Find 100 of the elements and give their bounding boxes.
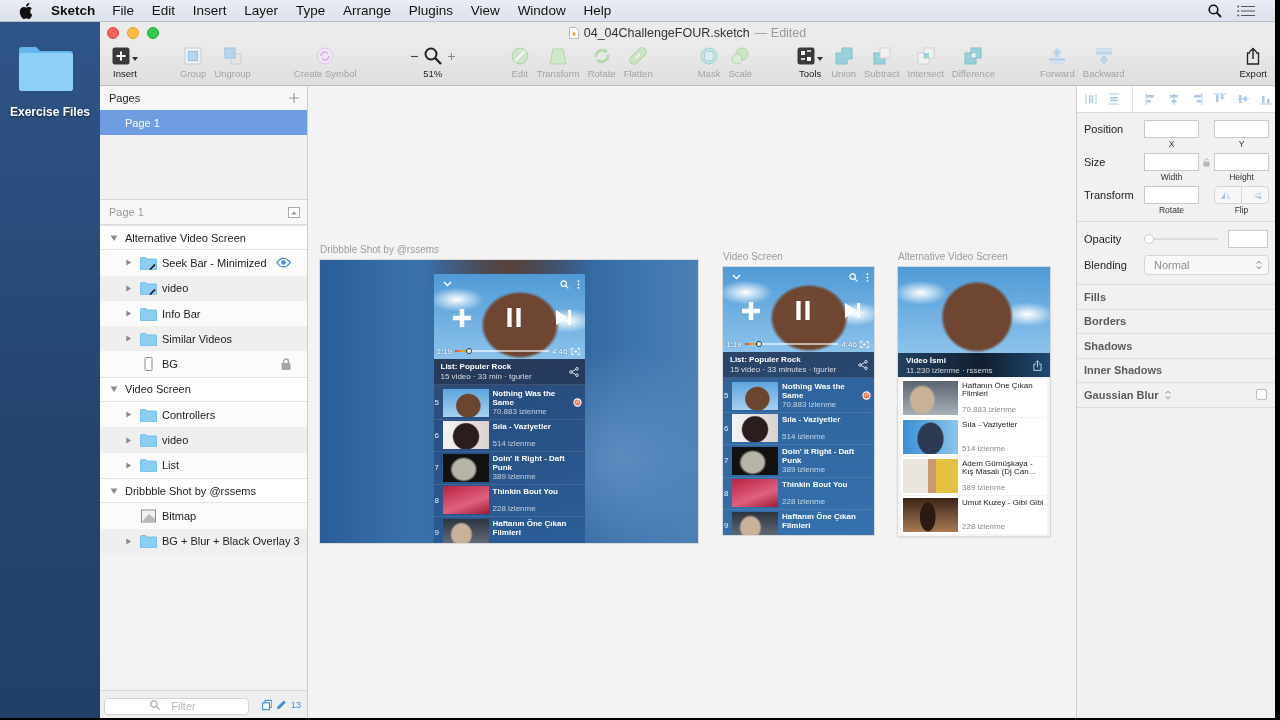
playlist-item[interactable]: 6 Sıla - Vaziyetler 514 izlenme: [723, 412, 874, 445]
folder-label[interactable]: Exercise Files: [9, 105, 91, 119]
search-icon[interactable]: [1208, 3, 1222, 18]
add-icon[interactable]: [289, 93, 299, 103]
lock-icon[interactable]: [281, 358, 291, 371]
up-down-icon[interactable]: [1164, 389, 1171, 400]
layer-row[interactable]: List: [100, 452, 307, 478]
seek-bar[interactable]: [455, 348, 549, 354]
zoom-icon[interactable]: [423, 47, 442, 65]
disclosure-triangle-icon[interactable]: [125, 461, 132, 469]
align-left-icon[interactable]: [1145, 93, 1157, 105]
layer-row[interactable]: BG + Blur + Black Overlay 3: [100, 528, 307, 554]
disclosure-triangle-icon[interactable]: [110, 486, 118, 495]
playlist-item[interactable]: 8 Thinkin Bout You 228 izlenme: [723, 477, 874, 510]
playlist-item[interactable]: 5 Nothing Was the Same 70.883 izlenme: [723, 380, 874, 413]
playlist-item[interactable]: 9 Haftanın Öne Çıkan Filmleri: [723, 510, 874, 535]
section-title[interactable]: Shadows: [1084, 339, 1133, 352]
menu-item[interactable]: Help: [574, 3, 621, 18]
app-menu[interactable]: Sketch: [51, 3, 96, 18]
menu-item[interactable]: Arrange: [334, 3, 400, 18]
menu-item[interactable]: File: [103, 3, 143, 18]
disclosure-triangle-icon[interactable]: [125, 335, 132, 343]
artboard-row[interactable]: Dribbble Shot by @rssems: [100, 477, 307, 504]
share-icon[interactable]: [1033, 359, 1042, 371]
layer-row[interactable]: video: [100, 275, 307, 301]
playlist-item[interactable]: 9 Haftanın Öne Çıkan Filmleri: [433, 517, 585, 543]
layer-row[interactable]: Controllers: [100, 402, 307, 428]
fullscreen-icon[interactable]: [860, 340, 869, 348]
input-field[interactable]: [1144, 153, 1199, 171]
section-title[interactable]: Fills: [1084, 290, 1106, 303]
seek-thumb[interactable]: [466, 348, 473, 354]
layer-row[interactable]: Bitmap: [100, 503, 307, 529]
share-icon[interactable]: [858, 359, 868, 370]
plus-icon[interactable]: [447, 52, 455, 60]
chevron-down-icon[interactable]: [732, 274, 741, 280]
more-icon[interactable]: [576, 279, 580, 289]
menu-item[interactable]: Edit: [142, 3, 184, 18]
input-field[interactable]: [1228, 230, 1268, 248]
toolbar-button[interactable]: Export: [1235, 45, 1271, 79]
chevron-down-icon[interactable]: [442, 281, 452, 287]
playlist-item[interactable]: 5 Nothing Was the Same 70.883 izlenme: [433, 387, 585, 420]
eye-icon[interactable]: [276, 257, 291, 269]
artboard-row[interactable]: Alternative Video Screen: [100, 225, 307, 251]
artboard-row[interactable]: Video Screen: [100, 376, 307, 403]
menu-item[interactable]: Insert: [183, 3, 236, 18]
checkbox[interactable]: [1256, 389, 1267, 401]
menu-item[interactable]: Type: [287, 3, 335, 18]
layer-row[interactable]: video: [100, 427, 307, 453]
input-field[interactable]: [1214, 120, 1269, 138]
layer-row[interactable]: Seek Bar - Minimized: [100, 250, 307, 276]
disclosure-triangle-icon[interactable]: [125, 436, 132, 444]
input-field[interactable]: [1144, 186, 1199, 204]
seek-bar[interactable]: [744, 341, 839, 347]
disclosure-triangle-icon[interactable]: [110, 385, 118, 394]
playlist-item[interactable]: 7 Doin' it Right - Daft Punk 389 izlenme: [723, 445, 874, 478]
distribute-vertical-icon[interactable]: [1108, 93, 1120, 105]
overlapping-squares-icon[interactable]: [262, 698, 273, 711]
video-card[interactable]: Sıla - Vaziyetler 514 izlenme: [901, 418, 1047, 456]
disclosure-triangle-icon[interactable]: [125, 537, 132, 545]
share-icon[interactable]: [568, 366, 579, 377]
seek-thumb[interactable]: [755, 341, 762, 347]
menu-item[interactable]: Plugins: [399, 3, 462, 18]
layer-row[interactable]: Info Bar: [100, 300, 307, 327]
menu-item[interactable]: View: [461, 3, 509, 18]
distribute-horizontal-icon[interactable]: [1085, 93, 1097, 105]
lock-icon[interactable]: [1203, 157, 1210, 167]
filter-field[interactable]: Filter: [104, 697, 249, 715]
menu-item[interactable]: Window: [508, 3, 575, 18]
toolbar-button[interactable]: Tools: [793, 45, 828, 79]
layer-row[interactable]: BG: [100, 351, 307, 377]
flip-horizontal-icon[interactable]: [1219, 190, 1232, 200]
fullscreen-icon[interactable]: [570, 347, 580, 355]
section-title[interactable]: Borders: [1084, 315, 1127, 328]
input-field[interactable]: [1214, 153, 1269, 171]
disclosure-triangle-icon[interactable]: [125, 259, 132, 267]
playlist-item[interactable]: 6 Sıla - Vaziyetler 514 izlenme: [433, 419, 585, 452]
disclosure-triangle-icon[interactable]: [125, 284, 132, 292]
flip-vertical-icon[interactable]: [1251, 190, 1264, 200]
align-top-icon[interactable]: [1214, 93, 1226, 105]
video-card[interactable]: Haftanın Öne Çıkan Filmleri 70.883 izlenme: [901, 379, 1047, 417]
layer-row[interactable]: Similar Videos: [100, 326, 307, 352]
align-center-icon[interactable]: [1168, 93, 1180, 105]
panel-toggle-icon[interactable]: [288, 206, 300, 218]
skip-next-icon[interactable]: [555, 310, 571, 325]
disclosure-triangle-icon[interactable]: [125, 411, 132, 419]
apple-icon[interactable]: [19, 2, 33, 19]
close-button[interactable]: [107, 27, 119, 39]
pause-icon[interactable]: [506, 308, 521, 327]
align-right-icon[interactable]: [1191, 93, 1203, 105]
video-card[interactable]: Adem Gümüşkaya - Kış Masalı (Dj Can... 389 izlenme: [901, 457, 1047, 495]
caret-icon[interactable]: [132, 57, 138, 61]
zoom-button[interactable]: [147, 27, 159, 39]
caret-icon[interactable]: [817, 57, 824, 61]
section-title[interactable]: Inner Shadows: [1084, 364, 1163, 377]
toolbar-button[interactable]: Insert: [108, 45, 142, 79]
disclosure-triangle-icon[interactable]: [125, 310, 132, 318]
video-card[interactable]: Umut Kuzey - Gibi Gibi 228 izlenme: [901, 496, 1047, 534]
align-bottom-icon[interactable]: [1260, 93, 1272, 105]
playlist-item[interactable]: 7 Doin' It Right - Daft Punk 389 izlenme: [433, 452, 585, 485]
list-icon[interactable]: [1237, 4, 1255, 17]
